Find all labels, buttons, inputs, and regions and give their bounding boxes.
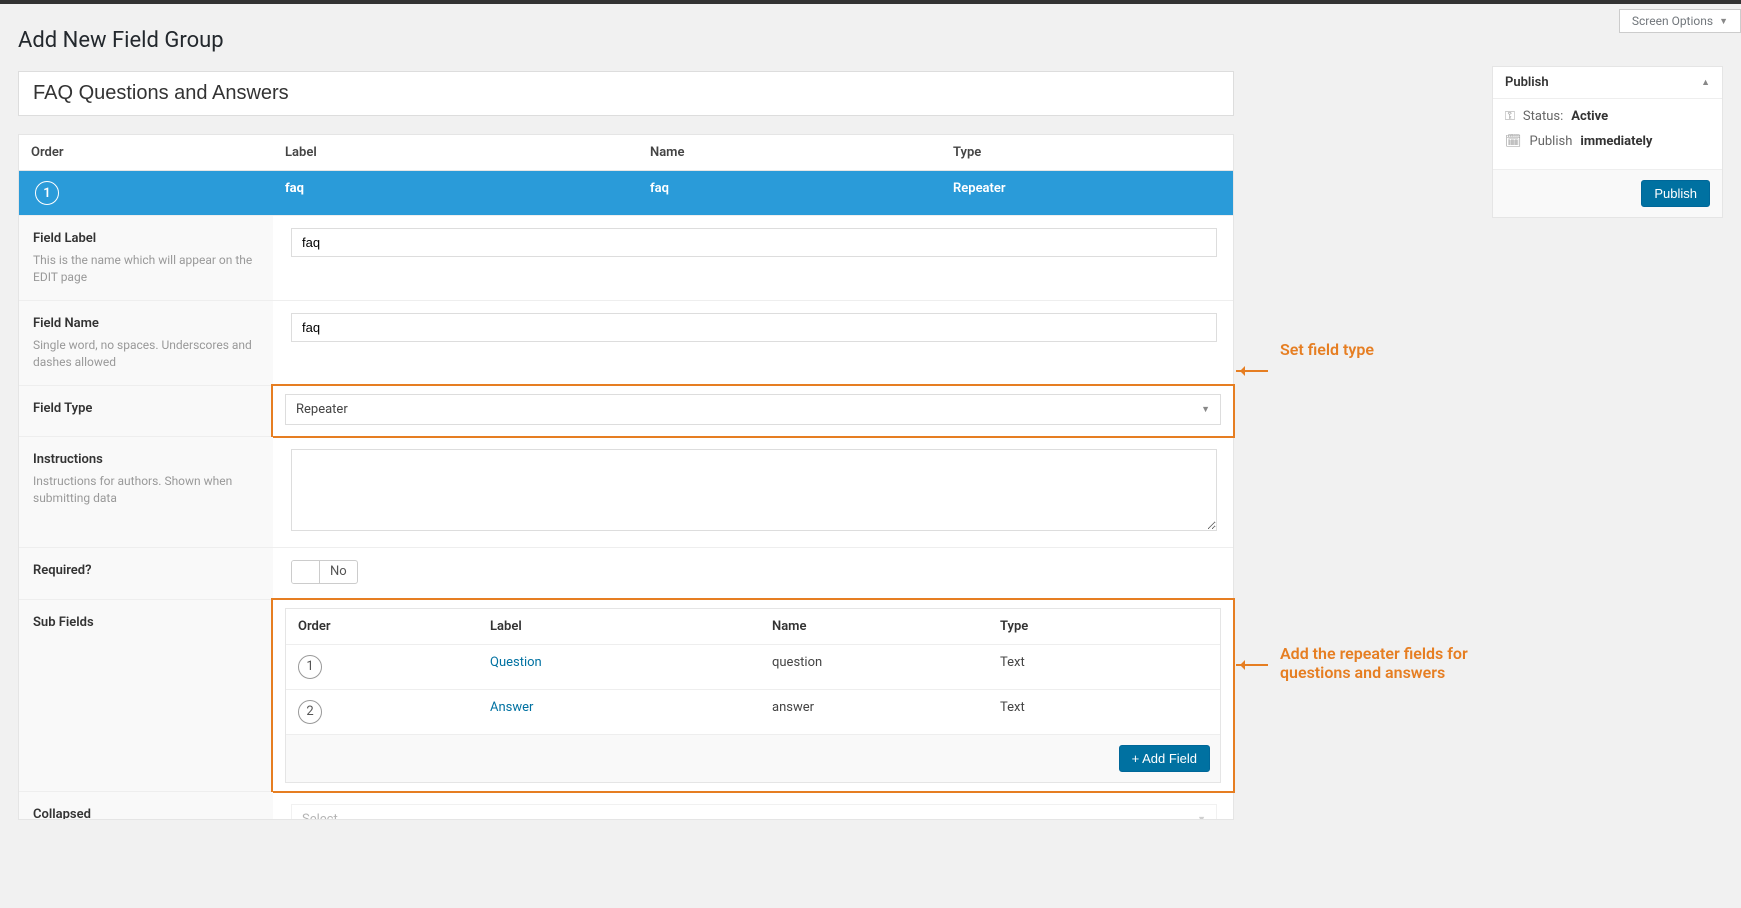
setting-required: Required? No [19,547,1233,599]
setting-label: Field Name [33,315,261,333]
status-line: ⚿ Status: Active [1505,109,1710,124]
sub-th-name: Name [760,609,988,644]
publish-title: Publish [1505,75,1549,90]
add-field-button[interactable]: + Add Field [1119,745,1210,772]
sub-label[interactable]: Answer [478,690,760,734]
field-type-cell: Repeater [941,171,1233,215]
setting-field-name: Field Name Single word, no spaces. Under… [19,300,1233,385]
setting-sub-fields: Sub Fields Order Label Name Type 1 Quest… [19,599,1233,791]
status-value: Active [1571,109,1608,124]
toggle-text: No [320,561,357,583]
field-order-num: 1 [35,181,59,205]
sub-name: answer [760,690,988,734]
th-type: Type [941,135,1233,170]
setting-label: Instructions [33,451,261,469]
publish-box: Publish ▲ ⚿ Status: Active 🗓 Publish imm… [1492,66,1723,218]
screen-options-button[interactable]: Screen Options ▼ [1619,9,1741,33]
th-name: Name [638,135,941,170]
setting-desc: Instructions for authors. Shown when sub… [33,473,261,507]
schedule-label: Publish [1530,134,1573,149]
field-row-active[interactable]: 1 faq faq Repeater [19,171,1233,215]
sub-th-order: Order [286,609,478,644]
annotation-repeater-fields: Add the repeater fields for questions an… [1280,644,1490,682]
collapsed-select[interactable]: Select ▼ [291,804,1217,819]
page-title: Add New Field Group [18,28,1723,53]
sub-th-label: Label [478,609,760,644]
status-label: Status: [1523,109,1563,124]
schedule-line: 🗓 Publish immediately [1505,134,1710,149]
sub-type: Text [988,690,1220,734]
publish-header[interactable]: Publish ▲ [1493,67,1722,99]
setting-desc: Single word, no spaces. Underscores and … [33,337,261,371]
sub-type: Text [988,645,1220,689]
publish-button[interactable]: Publish [1641,180,1710,207]
field-name-cell: faq [638,171,941,215]
setting-label: Collapsed [33,806,261,819]
setting-field-label: Field Label This is the name which will … [19,215,1233,300]
chevron-down-icon: ▼ [1197,814,1206,819]
publish-body: ⚿ Status: Active 🗓 Publish immediately [1493,99,1722,169]
field-type-highlight: Repeater ▼ [273,386,1233,436]
setting-label: Field Type [33,400,261,418]
instructions-textarea[interactable] [291,449,1217,531]
field-label-cell: faq [273,171,638,215]
annotation-set-field-type: Set field type [1280,340,1374,359]
annotation-arrow [1236,664,1268,666]
fields-header-row: Order Label Name Type [19,135,1233,171]
sub-fields-highlight: Order Label Name Type 1 Question questio… [273,600,1233,791]
group-title-input[interactable] [18,71,1234,116]
sub-th-type: Type [988,609,1220,644]
field-label-input[interactable] [291,228,1217,257]
field-type-select[interactable]: Repeater ▼ [285,394,1221,425]
chevron-up-icon: ▲ [1701,77,1710,88]
setting-desc: This is the name which will appear on th… [33,252,261,286]
chevron-down-icon: ▼ [1201,404,1210,415]
publish-sidebar: Publish ▲ ⚿ Status: Active 🗓 Publish imm… [1492,66,1723,218]
th-label: Label [273,135,638,170]
field-name-input[interactable] [291,313,1217,342]
setting-label: Field Label [33,230,261,248]
setting-label: Required? [33,562,261,580]
chevron-down-icon: ▼ [1719,16,1728,27]
setting-field-type: Field Type Repeater ▼ [19,385,1233,436]
sub-row[interactable]: 1 Question question Text [286,645,1220,690]
calendar-icon: 🗓 [1505,134,1522,149]
toggle-knob [292,561,320,583]
key-icon: ⚿ [1505,109,1515,124]
sub-footer: + Add Field [286,735,1220,782]
sub-header-row: Order Label Name Type [286,609,1220,645]
collapsed-value: Select [302,812,338,819]
fields-table: Order Label Name Type 1 faq faq Repeater… [18,134,1234,820]
sub-label[interactable]: Question [478,645,760,689]
sub-row[interactable]: 2 Answer answer Text [286,690,1220,735]
sub-order-num: 2 [298,700,322,724]
sub-name: question [760,645,988,689]
th-order: Order [19,135,273,170]
annotation-arrow [1236,370,1268,372]
sub-fields-table: Order Label Name Type 1 Question questio… [285,608,1221,783]
sub-order-num: 1 [298,655,322,679]
setting-label: Sub Fields [33,614,261,632]
field-type-value: Repeater [296,402,348,417]
required-toggle[interactable]: No [291,560,358,584]
setting-instructions: Instructions Instructions for authors. S… [19,436,1233,547]
setting-collapsed: Collapsed Select ▼ [19,791,1233,819]
schedule-value: immediately [1580,134,1652,149]
screen-options-label: Screen Options [1632,14,1713,28]
